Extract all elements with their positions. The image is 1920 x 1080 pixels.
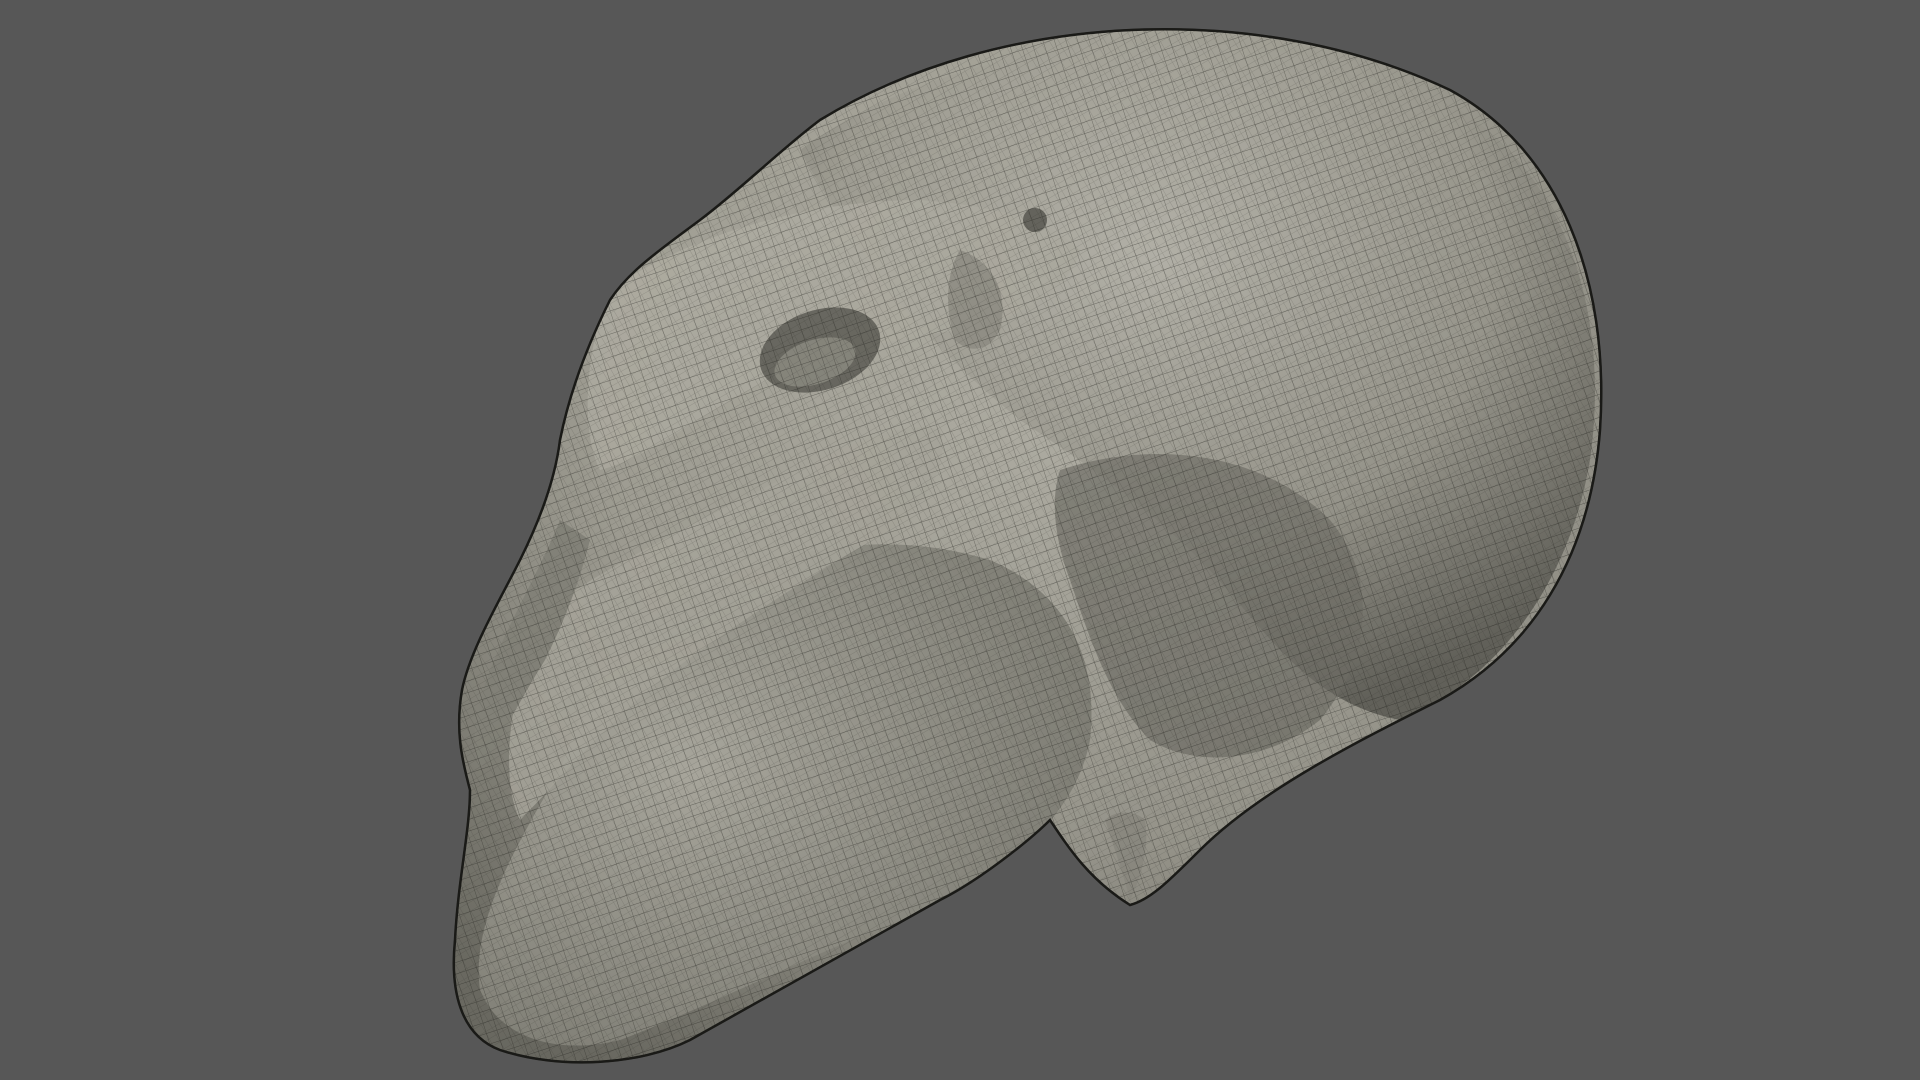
viewport-canvas[interactable] <box>0 0 1920 1080</box>
skull-mesh[interactable] <box>0 0 1920 1080</box>
3d-viewport[interactable] <box>0 0 1920 1080</box>
